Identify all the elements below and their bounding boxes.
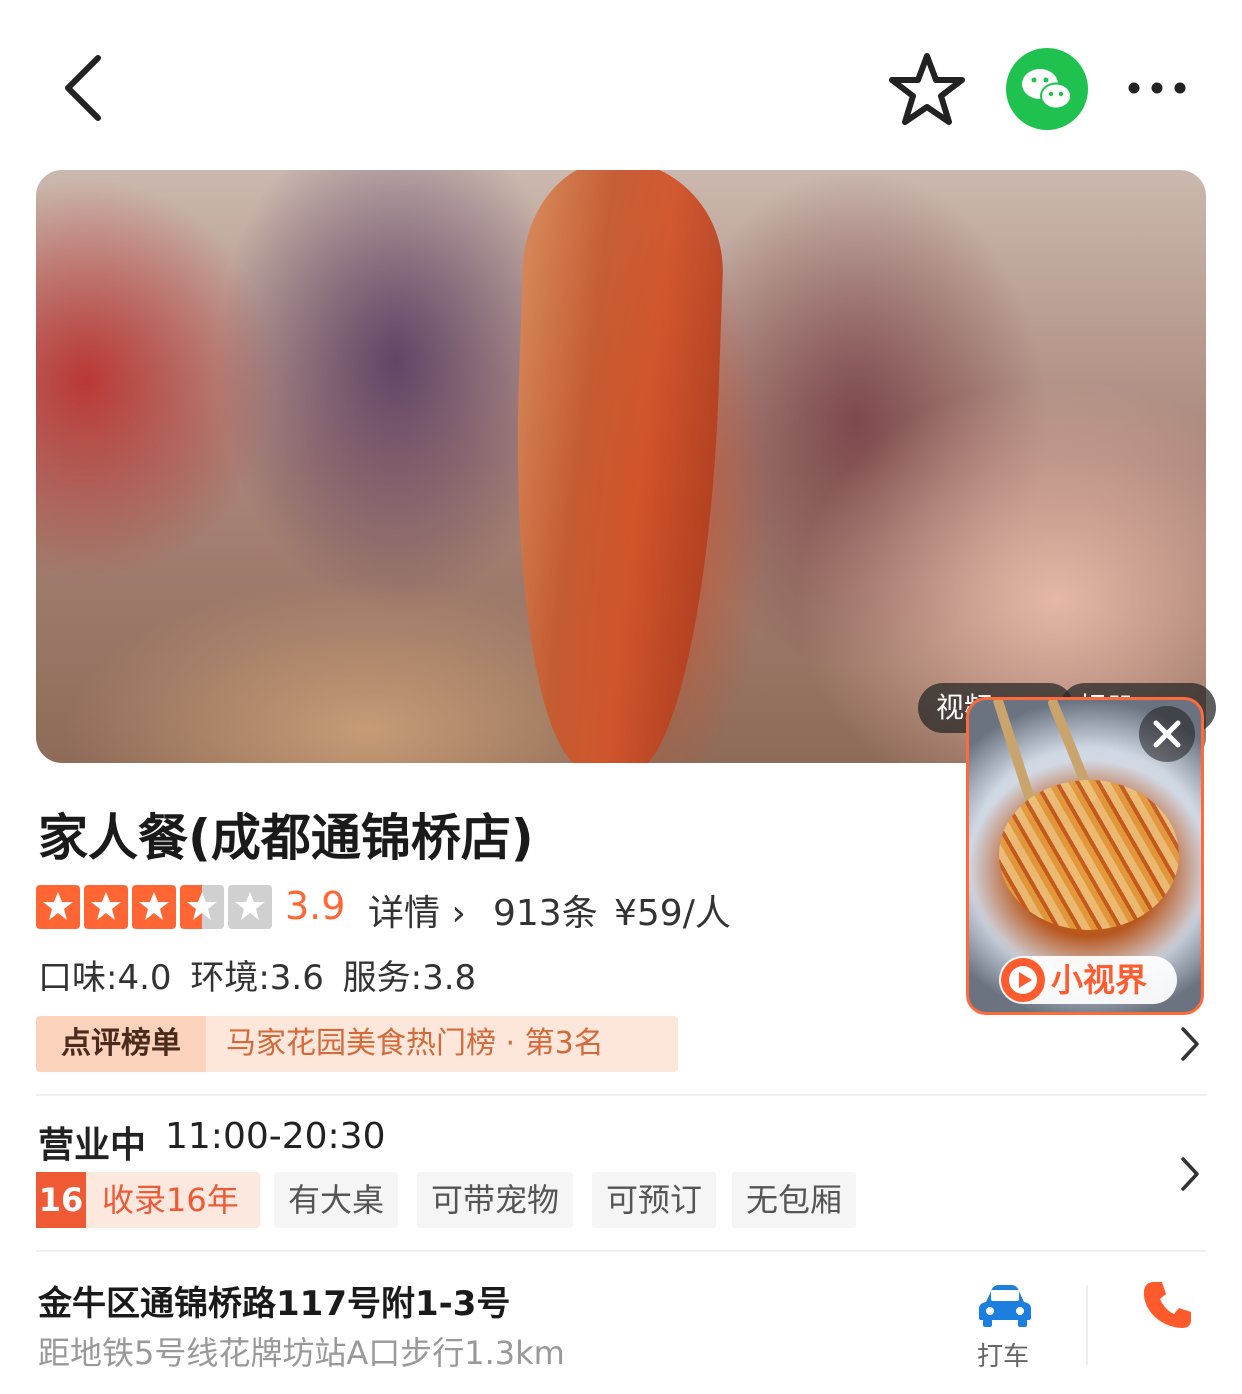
wechat-share-button[interactable] xyxy=(1006,48,1088,130)
hero-food-photo[interactable] xyxy=(36,170,1206,763)
wechat-icon xyxy=(1022,69,1072,110)
food-item-image xyxy=(505,170,727,763)
star-full-icon xyxy=(84,885,128,929)
sub-scores: 口味:4.0 环境:3.6 服务:3.8 xyxy=(38,958,477,998)
feature-tag: 有大桌 xyxy=(274,1172,399,1228)
open-hours: 11:00-20:30 xyxy=(165,1116,386,1157)
close-mini-video-button[interactable] xyxy=(1139,706,1195,762)
rating-detail-link[interactable]: 详情 › xyxy=(368,884,466,936)
feature-tag: 可预订 xyxy=(592,1172,717,1228)
more-icon[interactable] xyxy=(1126,80,1188,96)
rank-banner[interactable]: 点评榜单 马家花园美食热门榜 · 第3名 xyxy=(36,1016,678,1072)
open-status: 营业中 xyxy=(38,1125,147,1166)
feature-tag: 无包厢 xyxy=(732,1172,857,1228)
star-full-icon xyxy=(36,885,80,929)
review-count[interactable]: 913条 xyxy=(493,884,598,936)
metro-distance: 距地铁5号线花牌坊站A口步行1.3km xyxy=(38,1334,565,1372)
taxi-label[interactable]: 打车 xyxy=(977,1336,1029,1373)
chevron-right-icon[interactable] xyxy=(1180,1026,1200,1062)
noodle-dish-image xyxy=(999,780,1179,930)
rank-tag: 点评榜单 xyxy=(36,1016,206,1072)
divider xyxy=(36,1250,1206,1252)
record-years-label: 收录16年 xyxy=(102,1181,239,1219)
play-icon xyxy=(1001,958,1045,1002)
star-empty-icon xyxy=(228,885,272,929)
mini-video-badge-label: 小视界 xyxy=(1051,961,1148,999)
price-per-person: ¥59/人 xyxy=(614,893,731,934)
phone-icon[interactable] xyxy=(1140,1278,1194,1332)
close-icon xyxy=(1153,720,1181,748)
chevron-right-icon[interactable] xyxy=(1180,1156,1200,1192)
star-half-icon xyxy=(180,885,224,929)
mini-video-badge: 小视界 xyxy=(999,956,1177,1004)
car-icon[interactable] xyxy=(976,1282,1034,1328)
shop-name: 家人餐(成都通锦桥店) xyxy=(38,809,534,867)
record-years-tag: 16 收录16年 xyxy=(36,1172,260,1228)
rank-text: 马家花园美食热门榜 · 第3名 xyxy=(226,1026,604,1061)
feature-tag: 可带宠物 xyxy=(417,1172,574,1228)
rating-score: 3.9 xyxy=(285,884,346,928)
vertical-divider xyxy=(1086,1285,1088,1365)
chopstick xyxy=(992,700,1036,804)
record-years-number: 16 xyxy=(36,1172,86,1228)
favorite-star-icon[interactable] xyxy=(888,52,966,126)
back-icon[interactable] xyxy=(58,52,114,124)
address[interactable]: 金牛区通锦桥路117号附1-3号 xyxy=(38,1276,510,1325)
mini-video-player[interactable]: 小视界 xyxy=(966,697,1204,1015)
star-full-icon xyxy=(132,885,176,929)
divider xyxy=(36,1094,1206,1096)
